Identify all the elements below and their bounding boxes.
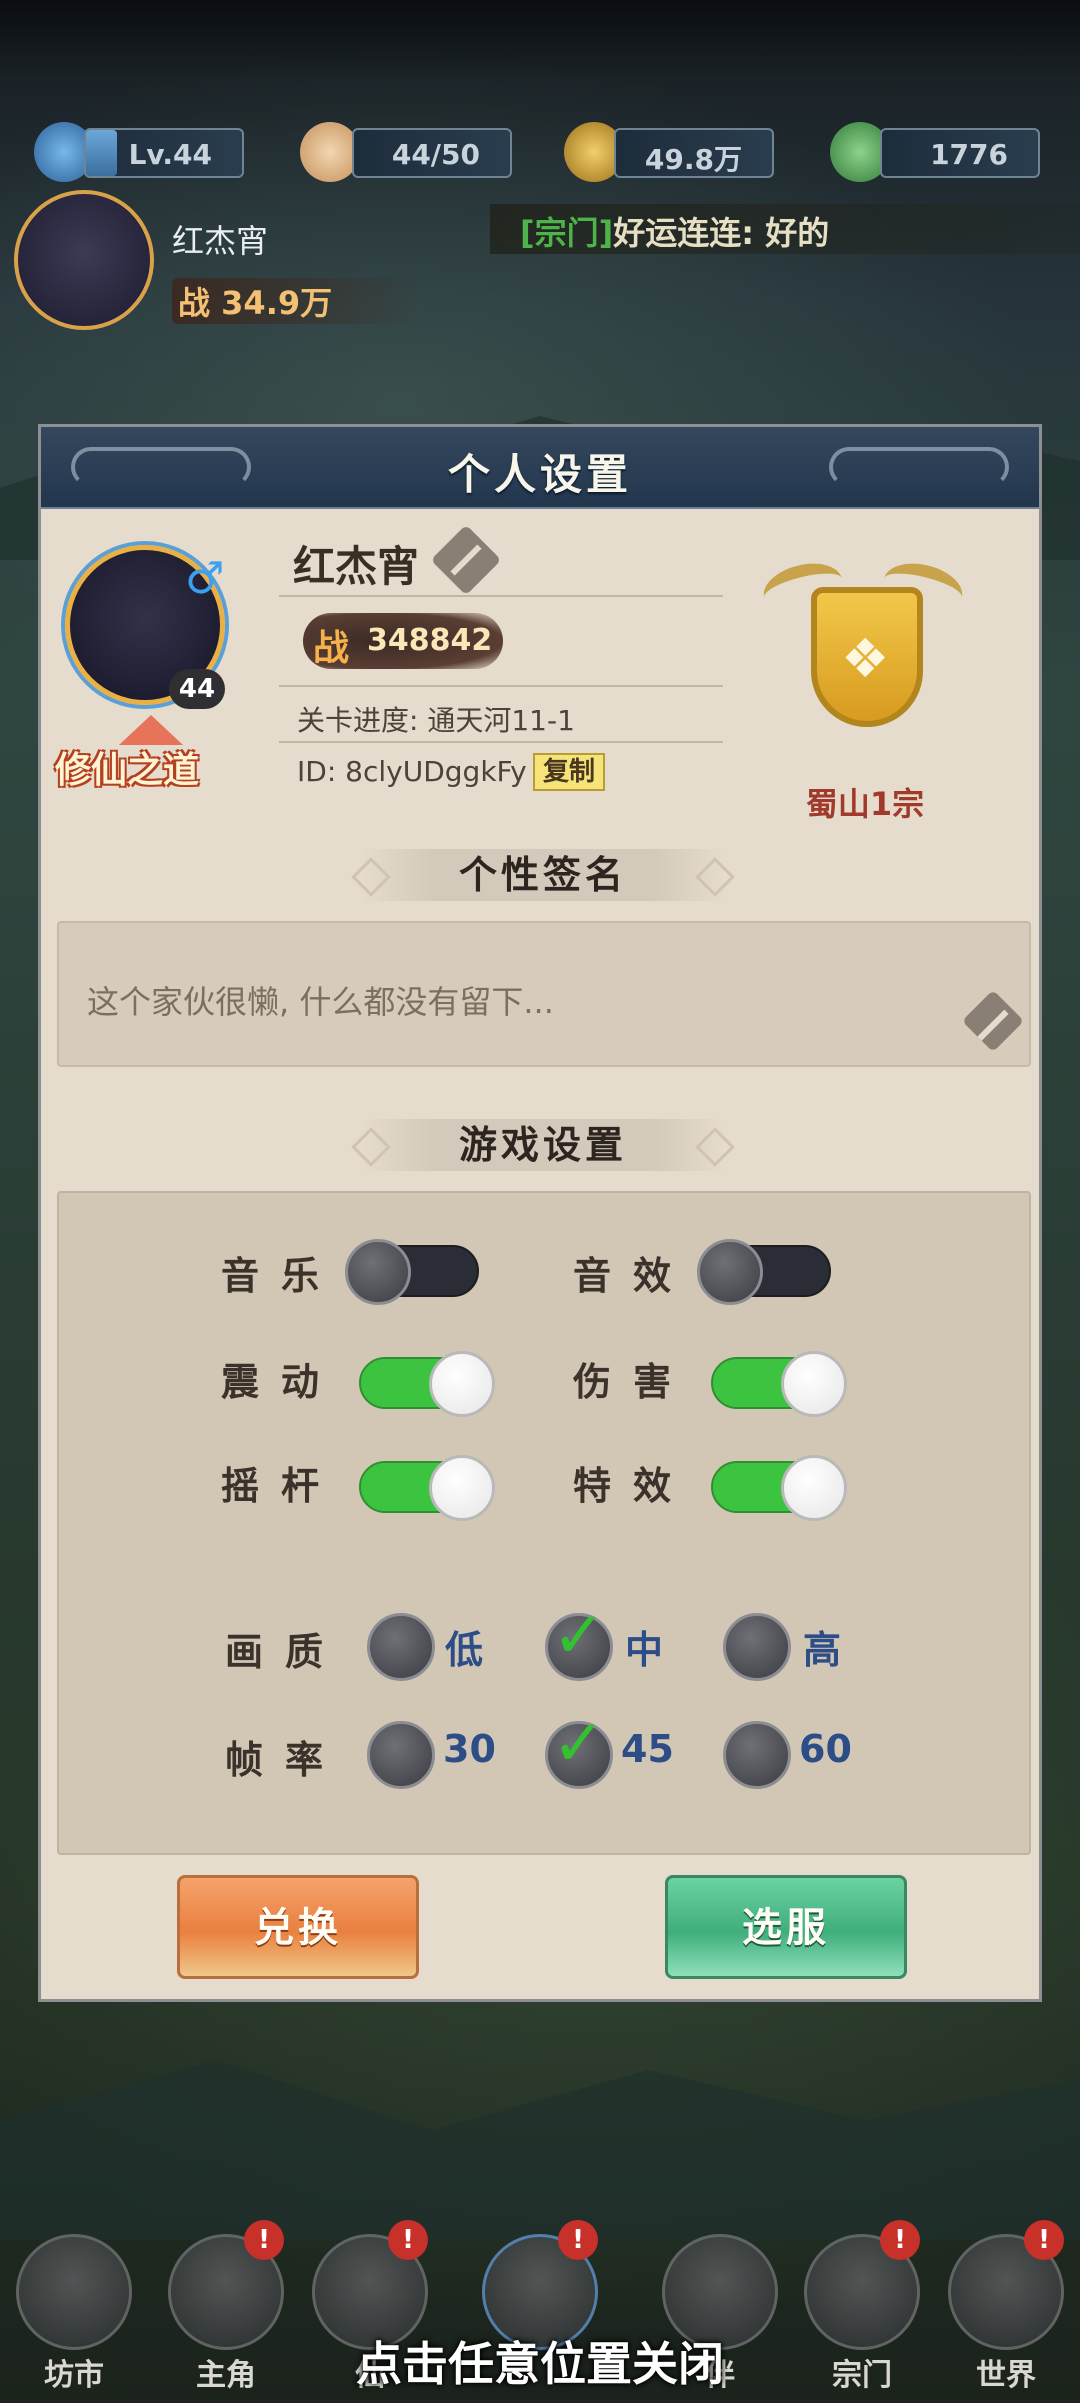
game-settings-panel: 音乐 音效 震动 伤害 摇杆 特效 画质 低 ✓ 中 高 帧率 30 ✓ 45 … (57, 1191, 1031, 1855)
jade-bar[interactable]: 1776 (880, 128, 1040, 178)
effects-label: 特效 (573, 1464, 694, 1508)
toggle-knob (429, 1351, 495, 1417)
profile-name: 红杰宵 (293, 542, 420, 591)
level-bar: Lv.44 (84, 128, 244, 178)
select-server-button[interactable]: 选服 (665, 1875, 907, 1979)
joystick-toggle[interactable] (359, 1455, 495, 1521)
toggle-knob (697, 1239, 763, 1305)
quality-high-label: 高 (803, 1628, 842, 1672)
signature-title: 个性签名 (361, 849, 725, 901)
chat-tag: [宗门] (520, 214, 614, 252)
cultivation-path-button[interactable]: 修仙之道 (55, 715, 245, 799)
framerate-30-radio[interactable] (367, 1721, 435, 1789)
chat-ticker[interactable]: [宗门]好运连连: 好的 (490, 204, 1080, 254)
sfx-toggle[interactable] (697, 1239, 831, 1305)
jade-text: 1776 (930, 138, 1008, 171)
signature-box[interactable]: 这个家伙很懒, 什么都没有留下... (57, 921, 1031, 1067)
quality-mid-label: 中 (625, 1628, 664, 1672)
vibration-toggle[interactable] (359, 1351, 495, 1417)
damage-label: 伤害 (573, 1360, 694, 1404)
coin-text: 49.8万 (644, 143, 742, 176)
toggle-knob (781, 1455, 847, 1521)
quality-low-label: 低 (445, 1628, 484, 1672)
cultivation-path-label: 修仙之道 (55, 750, 200, 791)
joystick-label: 摇杆 (221, 1464, 342, 1508)
coin-bar[interactable]: 49.8万 (614, 128, 774, 178)
toggle-knob (429, 1455, 495, 1521)
player-id: ID: 8clyUDggkFy (297, 755, 527, 788)
vibration-label: 震动 (221, 1360, 342, 1404)
stamina-text: 44/50 (391, 138, 480, 171)
quality-mid-radio[interactable]: ✓ (545, 1604, 613, 1681)
toggle-knob (345, 1239, 411, 1305)
chat-text: 好运连连: 好的 (613, 214, 830, 252)
bun-icon (300, 122, 360, 182)
stage-progress: 关卡进度: 通天河11-1 (297, 704, 575, 737)
framerate-60-radio[interactable] (723, 1721, 791, 1789)
quality-high-radio[interactable] (723, 1613, 791, 1681)
music-label: 音乐 (221, 1254, 342, 1298)
quality-low-radio[interactable] (367, 1613, 435, 1681)
divider (279, 595, 723, 597)
framerate-60-label: 60 (799, 1727, 852, 1771)
signature-text: 这个家伙很懒, 什么都没有留下... (87, 983, 554, 1021)
copy-id-button[interactable]: 复制 (533, 753, 605, 791)
quality-label: 画质 (225, 1630, 346, 1674)
redeem-button[interactable]: 兑换 (177, 1875, 419, 1979)
edit-name-icon[interactable] (430, 524, 502, 596)
toggle-knob (781, 1351, 847, 1417)
notification-badge: ! (388, 2220, 428, 2260)
player-name: 红杰宵 (172, 222, 269, 260)
power-value: 348842 (367, 623, 493, 658)
dialog-header: 个人设置 (41, 427, 1039, 509)
dialog-title: 个人设置 (447, 450, 632, 499)
check-icon: ✓ (552, 1707, 606, 1781)
crane-icon: ❖ (841, 627, 890, 690)
sect-emblem[interactable]: ❖ (753, 535, 973, 755)
notification-badge: ! (880, 2220, 920, 2260)
notification-badge: ! (244, 2220, 284, 2260)
music-toggle[interactable] (345, 1239, 479, 1305)
notification-badge: ! (1024, 2220, 1064, 2260)
power-value: 34.9万 (221, 284, 333, 322)
mountain-icon (119, 715, 183, 745)
framerate-45-radio[interactable]: ✓ (545, 1712, 613, 1789)
player-avatar[interactable] (14, 190, 154, 330)
sect-name: 蜀山1宗 (805, 785, 925, 823)
male-icon: ♂ (185, 553, 225, 604)
check-icon: ✓ (552, 1599, 606, 1673)
divider (279, 685, 723, 687)
profile-level-badge: 44 (169, 669, 225, 709)
game-settings-title: 游戏设置 (361, 1119, 725, 1171)
level-text: Lv.44 (128, 138, 212, 171)
power-prefix: 战 (313, 628, 350, 669)
framerate-30-label: 30 (443, 1727, 496, 1771)
framerate-label: 帧率 (225, 1738, 346, 1782)
divider (279, 741, 723, 743)
damage-toggle[interactable] (711, 1351, 847, 1417)
power-prefix: 战 (178, 284, 211, 322)
player-power: 战 34.9万 (172, 278, 422, 324)
profile-power: 战 348842 (303, 613, 503, 669)
personal-settings-dialog: 个人设置 ♂ 44 修仙之道 红杰宵 战 348842 关卡进度: 通天河11-… (38, 424, 1042, 2002)
edit-signature-icon[interactable] (961, 989, 1025, 1053)
framerate-45-label: 45 (621, 1727, 674, 1771)
sfx-label: 音效 (573, 1254, 694, 1298)
effects-toggle[interactable] (711, 1455, 847, 1521)
stamina-bar[interactable]: 44/50 (352, 128, 512, 178)
notification-badge: ! (558, 2220, 598, 2260)
close-hint[interactable]: 点击任意位置关闭 (0, 2328, 1080, 2394)
